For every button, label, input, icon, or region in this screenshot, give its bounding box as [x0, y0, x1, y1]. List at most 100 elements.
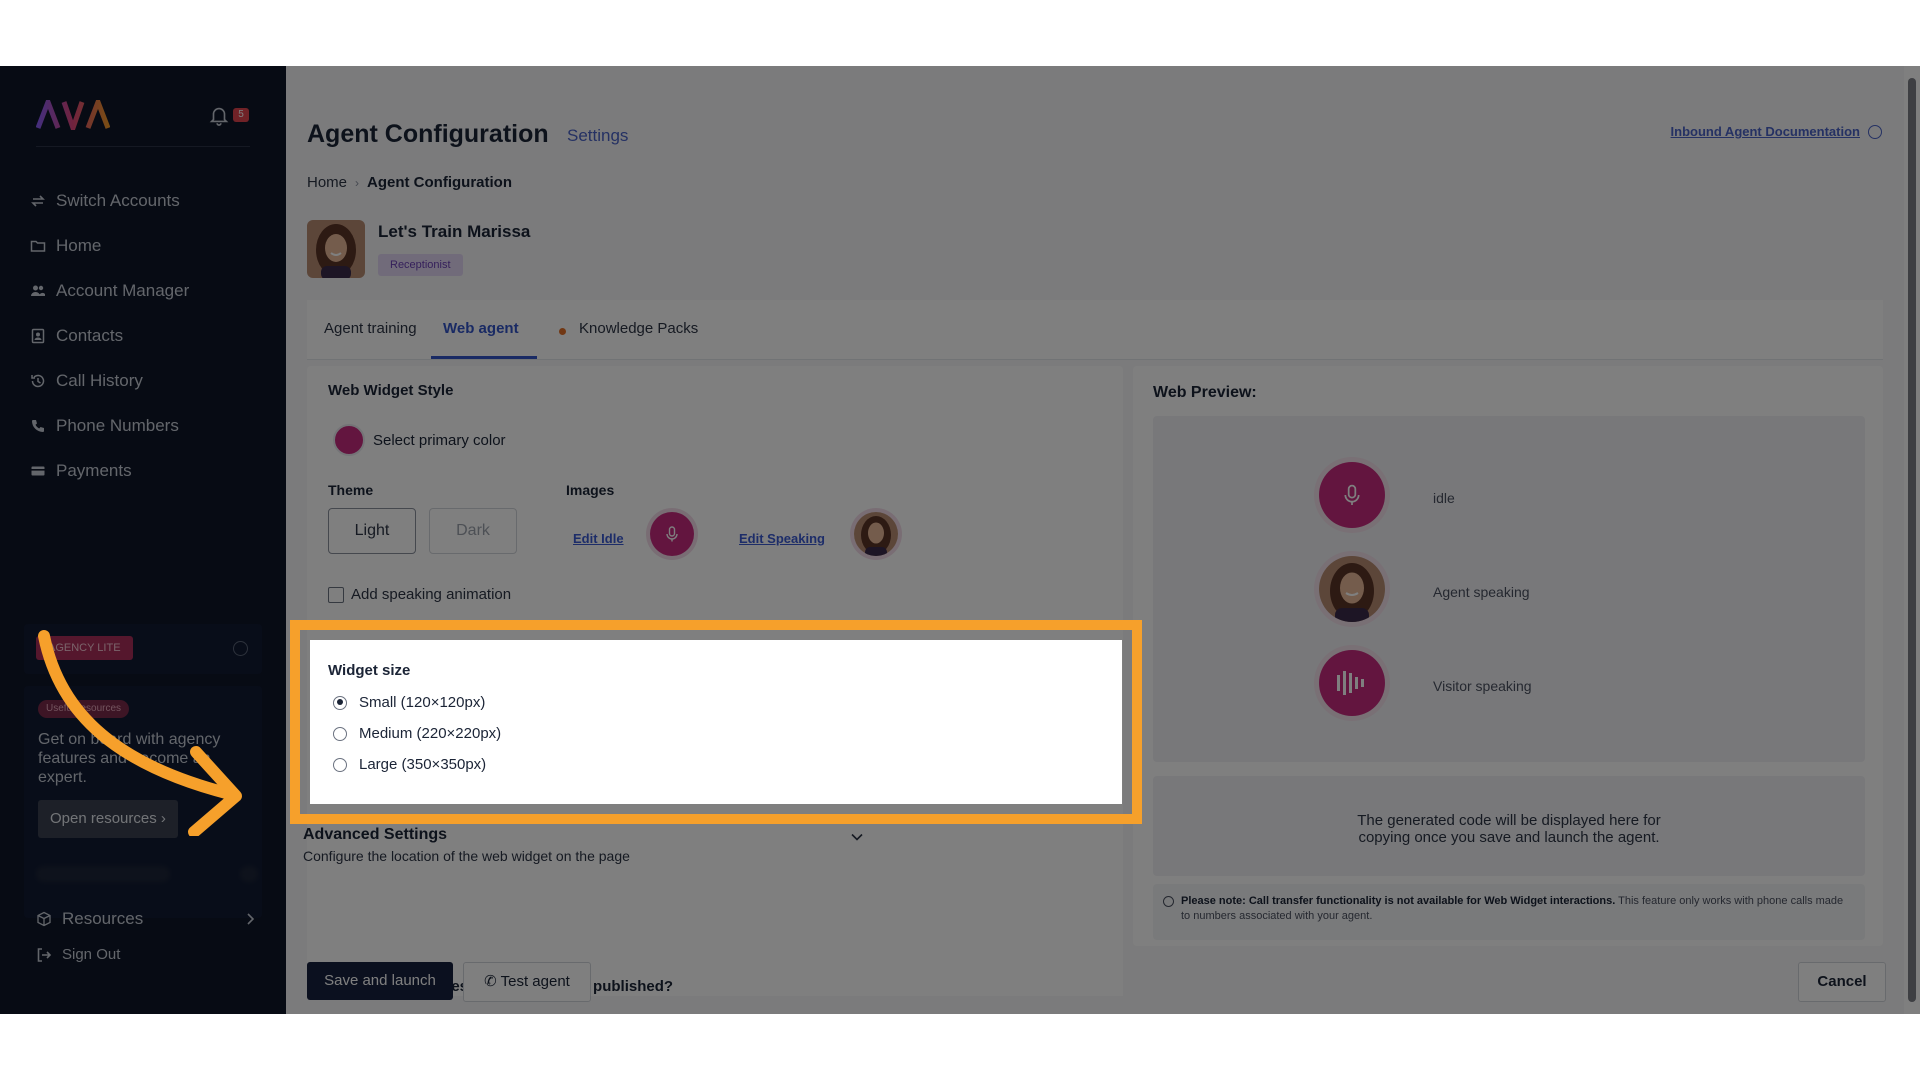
- breadcrumb-home[interactable]: Home: [307, 174, 347, 191]
- tab-web-agent[interactable]: Web agent: [443, 320, 519, 337]
- agent-role-badge: Receptionist: [378, 254, 463, 276]
- app-frame: 5 Switch Accounts Home Account Manager C…: [0, 66, 1920, 1014]
- info-icon: [1868, 124, 1882, 139]
- scrollbar-thumb[interactable]: [1908, 78, 1916, 1002]
- ava-logo[interactable]: [36, 100, 110, 130]
- tabs-bar: Agent training Web agent Knowledge Packs: [307, 300, 1883, 360]
- card-icon: [31, 466, 45, 475]
- widget-size-small-option[interactable]: Small (120×120px): [333, 694, 485, 711]
- cube-icon: [37, 911, 51, 927]
- checkbox-box[interactable]: [328, 586, 344, 603]
- waveform-icon: [1337, 671, 1364, 695]
- history-icon: [31, 374, 45, 387]
- sidebar-nav: Switch Accounts Home Account Manager Con…: [30, 178, 260, 493]
- code-placeholder-line: The generated code will be displayed her…: [1357, 812, 1661, 829]
- preview-agent-speaking-avatar: [1319, 556, 1385, 622]
- sidebar-item-label: Contacts: [56, 325, 124, 345]
- sidebar-item-payments[interactable]: Payments: [30, 448, 260, 493]
- preview-title: Web Preview:: [1153, 384, 1257, 401]
- widget-size-large-option[interactable]: Large (350×350px): [333, 756, 486, 773]
- radio-button[interactable]: [333, 726, 347, 741]
- edit-idle-link[interactable]: Edit Idle: [573, 531, 624, 546]
- widget-size-title: Widget size: [328, 662, 411, 679]
- sidebar-item-account-manager[interactable]: Account Manager: [30, 268, 260, 313]
- theme-dark-button[interactable]: Dark: [429, 508, 517, 554]
- advanced-settings-description: Configure the location of the web widget…: [303, 848, 630, 864]
- main-content: Agent Configuration Settings Inbound Age…: [286, 66, 1904, 1014]
- breadcrumb: Home › Agent Configuration: [307, 174, 512, 191]
- theme-title: Theme: [328, 482, 374, 498]
- section-title: Web Widget Style: [328, 382, 454, 399]
- widget-size-medium-option[interactable]: Medium (220×220px): [333, 725, 501, 742]
- test-agent-button[interactable]: ✆ Test agent: [463, 962, 591, 1002]
- advanced-settings-title: Advanced Settings: [303, 826, 448, 843]
- sidebar-item-switch-accounts[interactable]: Switch Accounts: [30, 178, 260, 223]
- generated-code-area: The generated code will be displayed her…: [1153, 776, 1865, 876]
- folder-icon: [30, 240, 46, 252]
- edit-speaking-link[interactable]: Edit Speaking: [739, 531, 825, 546]
- sign-out-label: Sign Out: [62, 946, 121, 963]
- scrollbar[interactable]: [1904, 66, 1920, 1014]
- sidebar-item-label: Call History: [56, 370, 143, 390]
- contact-book-icon: [31, 328, 45, 343]
- sidebar-item-home[interactable]: Home: [30, 223, 260, 268]
- sidebar-item-label: Resources: [62, 909, 144, 928]
- radio-label: Medium (220×220px): [359, 725, 502, 742]
- phone-icon: ✆: [484, 973, 497, 990]
- page-title: Agent Configuration: [307, 120, 549, 148]
- primary-color-label[interactable]: Select primary color: [373, 432, 506, 449]
- note-bold-text: Please note: Call transfer functionality…: [1181, 895, 1616, 907]
- radio-label: Small (120×120px): [359, 694, 486, 711]
- save-and-launch-button[interactable]: Save and launch: [307, 962, 453, 1000]
- account-row-action[interactable]: [240, 866, 258, 882]
- preview-agent-speaking-label: Agent speaking: [1433, 584, 1530, 600]
- open-resources-label: Open resources: [50, 810, 157, 827]
- bell-icon[interactable]: [208, 104, 230, 126]
- advanced-settings-header[interactable]: Advanced Settings Configure the location…: [303, 826, 863, 864]
- preview-visitor-speaking-circle: [1319, 650, 1385, 716]
- tab-knowledge-packs[interactable]: Knowledge Packs: [579, 320, 698, 337]
- account-row[interactable]: [36, 866, 170, 882]
- speaking-image-preview: [854, 512, 898, 556]
- radio-button[interactable]: [333, 757, 347, 772]
- radio-button[interactable]: [333, 695, 347, 710]
- switch-icon: [31, 194, 45, 207]
- agent-avatar: [307, 220, 365, 278]
- sidebar-item-call-history[interactable]: Call History: [30, 358, 260, 403]
- code-placeholder-line: copying once you save and launch the age…: [1358, 829, 1660, 846]
- divider: [36, 146, 250, 147]
- radio-label: Large (350×350px): [359, 756, 487, 773]
- documentation-link-label: Inbound Agent Documentation: [1670, 124, 1860, 139]
- open-resources-button[interactable]: Open resources ›: [38, 800, 178, 838]
- chevron-down-icon[interactable]: [850, 830, 864, 844]
- sidebar-item-resources[interactable]: Resources: [36, 904, 258, 934]
- chevron-right-icon: [247, 913, 255, 925]
- theme-light-button[interactable]: Light: [328, 508, 416, 554]
- speaking-animation-checkbox[interactable]: Add speaking animation: [328, 586, 511, 603]
- sidebar-item-contacts[interactable]: Contacts: [30, 313, 260, 358]
- sign-out-button[interactable]: Sign Out: [36, 946, 120, 963]
- unsaved-dot: [559, 328, 566, 335]
- test-agent-label: Test agent: [500, 973, 570, 990]
- info-icon: [1163, 896, 1174, 907]
- chevron-right-icon: ›: [355, 175, 360, 190]
- info-icon[interactable]: [233, 641, 248, 656]
- call-transfer-note: Please note: Call transfer functionality…: [1153, 884, 1865, 940]
- sign-out-icon: [37, 947, 52, 962]
- primary-color-swatch[interactable]: [333, 424, 365, 456]
- preview-area: idle Agent speaking Visitor speaking: [1153, 416, 1865, 762]
- tab-agent-training[interactable]: Agent training: [324, 320, 417, 337]
- images-title: Images: [566, 482, 615, 498]
- cancel-button[interactable]: Cancel: [1798, 962, 1886, 1002]
- breadcrumb-current: Agent Configuration: [367, 174, 512, 191]
- preview-idle-label: idle: [1433, 490, 1455, 506]
- resources-text: Get on board with agency features and be…: [38, 731, 221, 786]
- agency-badge: AGENCY LITE: [36, 636, 133, 660]
- documentation-link[interactable]: Inbound Agent Documentation: [1671, 124, 1882, 139]
- active-tab-indicator: [431, 356, 537, 359]
- resources-card: Useful resources Get on board with agenc…: [24, 686, 262, 918]
- sidebar: 5 Switch Accounts Home Account Manager C…: [0, 66, 286, 1014]
- sidebar-item-label: Account Manager: [56, 280, 190, 300]
- web-preview-panel: Web Preview: idle Agent speaking Visitor…: [1133, 366, 1883, 946]
- sidebar-item-phone-numbers[interactable]: Phone Numbers: [30, 403, 260, 448]
